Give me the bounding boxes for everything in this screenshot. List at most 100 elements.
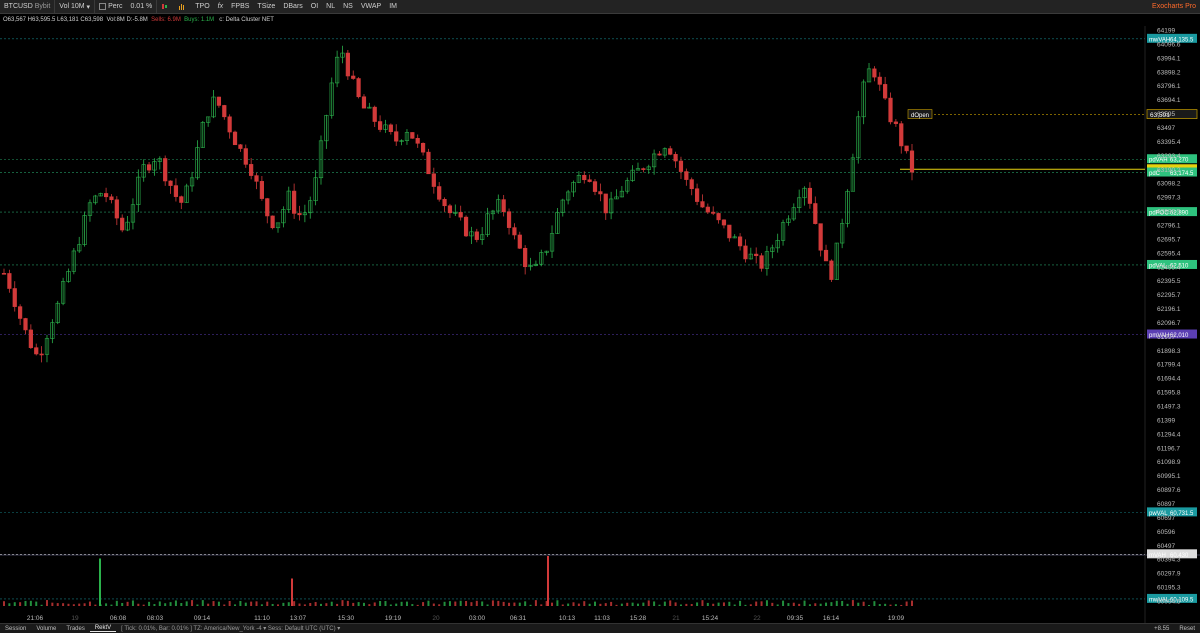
price-chart[interactable]: mwVAH64,135.5dOpen63,591pdVAH63,270BTCUS… xyxy=(0,26,1200,623)
level-label-dopen: dOpen xyxy=(911,113,929,119)
volume-values: Vol:8M D:-5.8M xyxy=(106,17,148,23)
volume-bar xyxy=(110,604,113,606)
volume-bar xyxy=(497,600,500,606)
candle-body xyxy=(512,227,517,236)
volume-bar xyxy=(228,601,231,606)
vwap-button[interactable]: VWAP xyxy=(357,0,385,14)
volume-bar xyxy=(346,600,349,606)
tpo-button[interactable]: TPO xyxy=(191,0,213,14)
volume-bar xyxy=(416,604,419,606)
timeframe-label: Vol 10M xyxy=(59,3,85,10)
candle-type-button[interactable] xyxy=(157,0,174,14)
volume-bar xyxy=(293,601,296,606)
volume-bar xyxy=(787,603,790,606)
x-axis[interactable]: 21:06 19 06:08 08:03 09:14 11:10 13:07 15:30 19:… xyxy=(27,615,905,622)
tab-session[interactable]: Session xyxy=(0,626,31,632)
volume-bar xyxy=(679,604,682,606)
candle-body xyxy=(872,68,877,78)
candle-body xyxy=(899,123,904,147)
vwap-label: VWAP xyxy=(360,3,382,10)
volume-bar xyxy=(314,602,317,606)
volume-bar xyxy=(513,602,516,606)
volume-bar xyxy=(626,602,629,606)
timeframe-selector[interactable]: Vol 10M ▾ xyxy=(55,0,96,14)
volume-bar xyxy=(744,604,747,606)
fpbs-button[interactable]: FPBS xyxy=(227,0,253,14)
y-tick-label: 62196.1 xyxy=(1157,306,1181,313)
sells-value: Sells: 6.9M xyxy=(151,17,181,23)
volume-bar xyxy=(894,604,897,606)
volume-bar xyxy=(239,600,242,606)
candle-body xyxy=(410,132,415,139)
nl-button[interactable]: NL xyxy=(322,0,339,14)
volume-bar xyxy=(878,604,881,606)
tsize-button[interactable]: TSize xyxy=(253,0,279,14)
candle-body xyxy=(146,164,152,171)
volume-bar xyxy=(427,600,430,606)
y-tick-label: 62096.7 xyxy=(1157,320,1181,327)
volume-bar xyxy=(819,603,822,606)
volume-bar xyxy=(287,602,290,606)
im-button[interactable]: IM xyxy=(385,0,401,14)
volume-bar xyxy=(733,604,736,606)
candle-body xyxy=(888,97,893,123)
x-tick-label: 22 xyxy=(753,615,761,622)
candle-body xyxy=(103,193,109,198)
volume-bar xyxy=(362,602,365,606)
candle-body xyxy=(823,249,829,262)
bars-icon xyxy=(179,4,185,10)
candle-body xyxy=(437,186,442,200)
x-tick-label: 03:00 xyxy=(469,615,486,622)
volume-bar xyxy=(755,601,758,606)
candle-body xyxy=(754,253,759,256)
volume-bar xyxy=(72,604,75,606)
y-tick-label: 60497 xyxy=(1157,543,1175,550)
ns-label: NS xyxy=(343,3,353,10)
volume-bar xyxy=(234,604,237,606)
ns-button[interactable]: NS xyxy=(339,0,357,14)
candle-body xyxy=(582,174,587,181)
volume-bar xyxy=(341,600,344,606)
x-tick-label: 13:07 xyxy=(290,615,307,622)
tab-rektv[interactable]: RektV xyxy=(89,625,117,632)
fx-button[interactable]: fx xyxy=(214,0,227,14)
volume-bar xyxy=(35,601,38,606)
candle-body xyxy=(598,191,603,195)
volume-bar xyxy=(475,600,478,606)
volume-bar xyxy=(846,603,849,606)
grid-layer xyxy=(0,26,1200,623)
volume-bar xyxy=(13,602,16,606)
volume-bar xyxy=(631,602,634,606)
candle-body xyxy=(1,273,7,275)
x-tick-label: 09:14 xyxy=(194,615,211,622)
volume-bar xyxy=(411,604,414,606)
volume-bar xyxy=(223,604,226,606)
bars-button[interactable] xyxy=(174,0,191,14)
oi-label: OI xyxy=(310,3,319,10)
oi-button[interactable]: OI xyxy=(307,0,322,14)
volume-bar xyxy=(153,604,156,606)
candle-body xyxy=(694,188,700,202)
volume-bar xyxy=(508,602,511,606)
tab-volume[interactable]: Volume xyxy=(31,626,61,632)
candle-body xyxy=(592,181,598,192)
candle-body xyxy=(297,213,302,216)
candle-body xyxy=(292,190,297,214)
perc-toggle[interactable]: Perc xyxy=(95,0,126,14)
tab-trades[interactable]: Trades xyxy=(61,626,89,632)
volume-bar xyxy=(319,603,322,606)
exchange-label: Bybit xyxy=(34,3,51,10)
dbars-button[interactable]: DBars xyxy=(279,0,306,14)
x-tick-label: 11:10 xyxy=(254,615,270,622)
candle-body xyxy=(173,185,179,197)
candle-body xyxy=(120,217,125,231)
candle-body xyxy=(684,171,689,180)
symbol-selector[interactable]: BTCUSD Bybit xyxy=(0,0,56,14)
volume-bar xyxy=(465,601,468,606)
reset-button[interactable]: Reset xyxy=(1174,626,1200,632)
y-tick-label: 63994.1 xyxy=(1157,55,1181,62)
tick-size-field[interactable]: 0.01 % xyxy=(126,0,158,14)
perc-label: Perc xyxy=(108,3,123,10)
candle-body xyxy=(668,148,673,155)
volume-bar xyxy=(3,601,5,606)
